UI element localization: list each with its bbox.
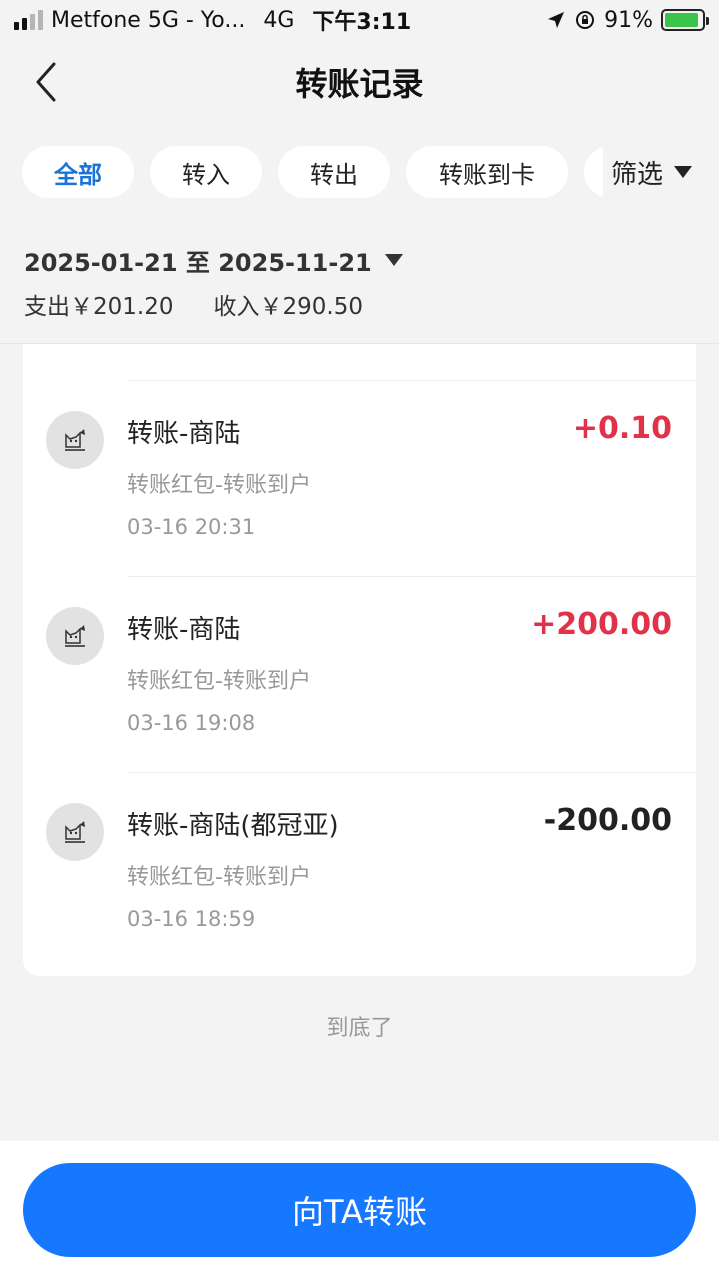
cat-avatar-icon <box>65 625 85 647</box>
date-range-selector[interactable]: 2025-01-21 至 2025-11-21 <box>24 240 404 280</box>
chevron-left-icon <box>36 62 56 102</box>
rotation-lock-icon <box>576 11 595 29</box>
record-time: 03-16 20:31 <box>127 515 256 539</box>
record-title: 转账-商陆(都冠亚) <box>127 811 339 841</box>
battery-icon <box>661 9 709 31</box>
battery-percent: 91% <box>604 7 653 33</box>
triangle-down-icon <box>674 166 693 178</box>
status-bar: Metfone 5G - Yo... 4G 下午3:11 91% <box>0 0 719 40</box>
list-item[interactable]: 转账-商陆 转账红包-转账到户 03-16 19:08 +200.00 <box>23 577 696 773</box>
record-amount: +200.00 <box>531 607 672 642</box>
tab-incoming[interactable]: 转入 <box>150 146 262 198</box>
triangle-down-icon <box>384 254 403 266</box>
network-type: 4G <box>263 7 295 33</box>
record-amount: +0.10 <box>572 411 672 446</box>
bottom-bar: 向TA转账 <box>0 1141 719 1280</box>
battery-fill <box>665 13 698 27</box>
record-title: 转账-商陆 <box>127 615 241 645</box>
carrier-name: Metfone 5G - Yo... <box>51 7 246 33</box>
date-range-label: 2025-01-21 至 2025-11-21 <box>24 248 372 277</box>
record-time: 03-16 19:08 <box>127 711 256 735</box>
tab-outgoing[interactable]: 转出 <box>278 146 390 198</box>
tab-all[interactable]: 全部 <box>22 146 134 198</box>
record-subtitle: 转账红包-转账到户 <box>127 473 311 498</box>
record-title: 转账-商陆 <box>127 419 241 449</box>
tab-to-card[interactable]: 转账到卡 <box>406 146 568 198</box>
end-of-list-text: 到底了 <box>326 1016 393 1041</box>
record-subtitle: 转账红包-转账到户 <box>127 669 311 694</box>
record-amount: -200.00 <box>543 803 672 838</box>
records-card: 转账-商陆 转账红包-转账到户 03-16 20:31 +0.10 转账-商陆 … <box>23 344 696 976</box>
record-subtitle: 转账红包-转账到户 <box>127 865 311 890</box>
filter-label: 筛选 <box>611 159 664 190</box>
avatar <box>46 607 104 665</box>
avatar <box>46 411 104 469</box>
back-button[interactable] <box>26 60 66 104</box>
nav-bar: 转账记录 <box>0 40 719 124</box>
location-arrow-icon <box>548 12 565 28</box>
avatar <box>46 803 104 861</box>
page-title: 转账记录 <box>295 65 424 103</box>
transfer-to-ta-button[interactable]: 向TA转账 <box>23 1163 696 1257</box>
list-item[interactable]: 转账-商陆 转账红包-转账到户 03-16 20:31 +0.10 <box>23 381 696 577</box>
summary: 支出￥201.20 收入￥290.50 <box>24 286 363 322</box>
cat-avatar-icon <box>65 429 85 451</box>
expense-total: 支出￥201.20 <box>24 294 174 320</box>
cat-avatar-icon <box>65 821 85 843</box>
signal-icon <box>14 10 43 30</box>
filter-tabs: 全部 转入 转出 转账到卡 筛选 <box>0 144 719 200</box>
income-total: 收入￥290.50 <box>213 294 363 320</box>
filter-button[interactable]: 筛选 <box>603 144 719 200</box>
status-time: 下午3:11 <box>312 10 412 35</box>
list-item[interactable]: 转账-商陆(都冠亚) 转账红包-转账到户 03-16 18:59 -200.00 <box>23 773 696 969</box>
record-time: 03-16 18:59 <box>127 907 256 931</box>
